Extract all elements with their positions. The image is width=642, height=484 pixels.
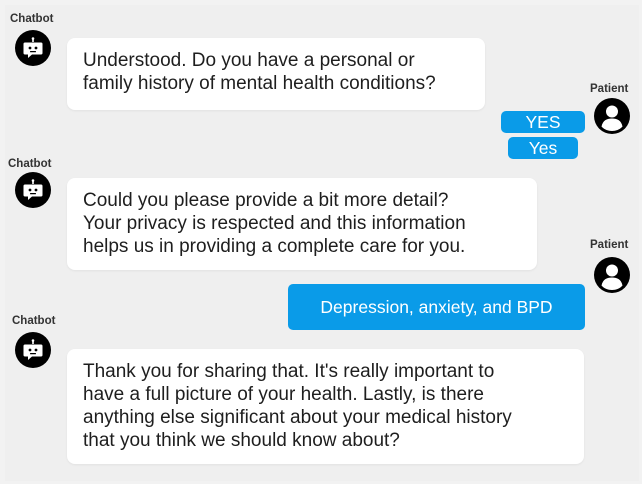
message-line: Could you please provide a bit more deta… [83,190,449,211]
sender-label-chatbot: Chatbot [12,315,56,327]
message-line: Your privacy is respected and this infor… [83,213,466,234]
user-profile-icon [594,98,630,134]
chat-window: Chatbot Understood. Do you have a person… [5,5,639,481]
patient-message-bubble: YES [501,111,585,133]
message-line: that you think we should know about? [83,430,400,451]
patient-message-bubble: Depression, anxiety, and BPD [288,284,585,330]
robot-chat-icon [15,172,51,208]
bot-message-1: Understood. Do you have a personal or fa… [67,38,485,110]
message-line: Thank you for sharing that. It's really … [83,361,495,382]
robot-chat-icon [15,30,51,66]
message-line: have a full picture of your health. Last… [83,384,484,405]
sender-label-chatbot: Chatbot [8,158,52,170]
sender-label-patient: Patient [590,239,629,251]
message-line: anything else significant about your med… [83,407,512,428]
message-line: helps us in providing a complete care fo… [83,236,466,257]
robot-chat-icon [15,332,51,368]
sender-label-chatbot: Chatbot [10,13,54,25]
message-line: family history of mental health conditio… [83,73,436,94]
user-profile-icon [594,257,630,293]
bot-message-2: Could you please provide a bit more deta… [67,178,537,270]
sender-label-patient: Patient [590,83,629,95]
message-line: Understood. Do you have a personal or [83,50,415,71]
patient-message-bubble: Yes [508,137,578,159]
bot-message-3: Thank you for sharing that. It's really … [67,349,584,464]
